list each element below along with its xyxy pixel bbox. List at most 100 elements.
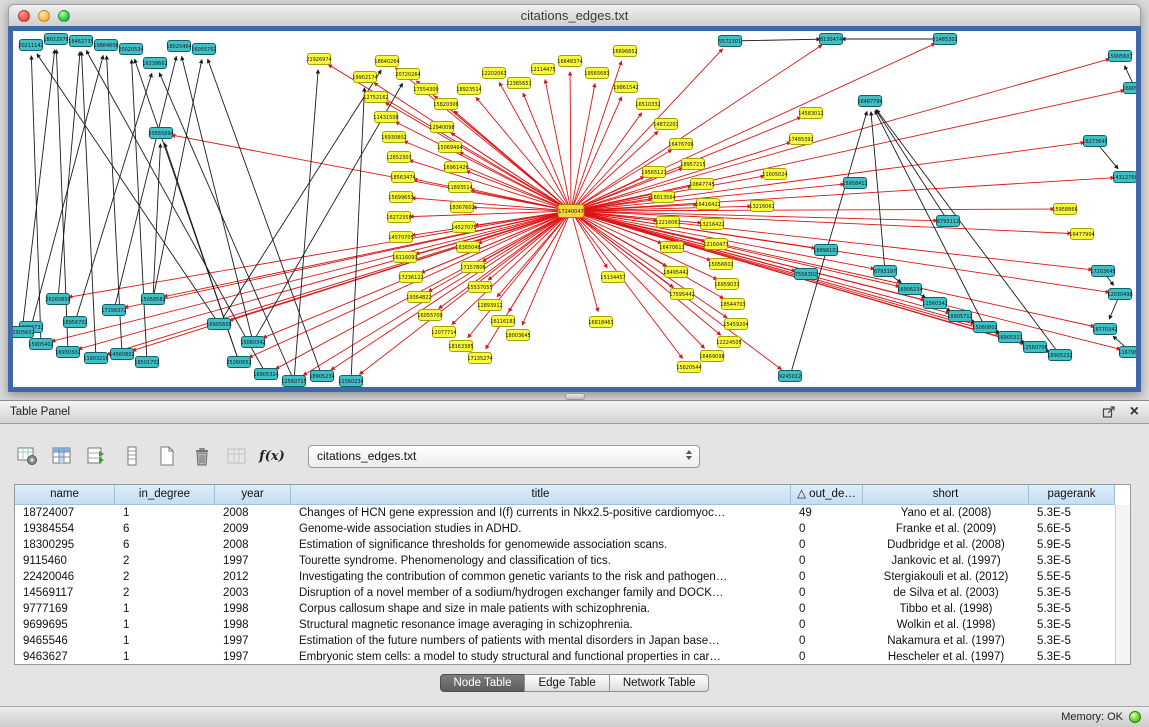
graph-node[interactable]: 12752162 [363, 92, 388, 103]
graph-node[interactable]: 17240047 [558, 205, 584, 218]
graph-node[interactable]: 16696852 [612, 46, 637, 57]
table-selector-dropdown[interactable]: citations_edges.txt [308, 445, 700, 468]
graph-node[interactable]: 18025464 [166, 41, 191, 52]
table-vertical-scrollbar[interactable] [1115, 505, 1130, 664]
delete-column-icon[interactable] [189, 443, 215, 469]
graph-node[interactable]: 12030498 [1107, 289, 1132, 300]
graph-node[interactable]: 18923514 [456, 84, 481, 95]
graph-node[interactable]: 17595442 [669, 289, 694, 300]
graph-node[interactable]: 21485302 [932, 34, 957, 45]
column-visibility-icon[interactable] [49, 443, 75, 469]
graph-node[interactable]: 15958412 [842, 178, 867, 189]
graph-node[interactable]: 16487794 [857, 96, 882, 107]
graph-node[interactable]: 19861542 [613, 82, 638, 93]
graph-node[interactable]: 18905232 [1047, 350, 1072, 361]
table-mode-icon[interactable] [84, 443, 110, 469]
graph-node[interactable]: 19884608 [93, 40, 118, 51]
graph-node[interactable]: 16510332 [635, 99, 660, 110]
graph-node[interactable]: 18905712 [947, 311, 972, 322]
graph-node[interactable]: 15820306 [433, 99, 458, 110]
column-header-in-degree[interactable]: in_degree [115, 485, 215, 505]
graph-node[interactable]: 10647745 [689, 179, 714, 190]
graph-node[interactable]: 16930302 [55, 347, 80, 358]
graph-node[interactable]: 16116183 [490, 316, 515, 327]
graph-node[interactable]: 17157806 [460, 262, 485, 273]
graph-node[interactable]: 16770342 [1092, 324, 1117, 335]
graph-node[interactable]: 15820544 [676, 362, 701, 373]
graph-node[interactable]: 16905314 [253, 369, 278, 380]
table-row[interactable]: 946554611997Estimation of the future num… [15, 633, 1130, 649]
graph-node[interactable]: 15459204 [723, 319, 748, 330]
graph-node[interactable]: 6793197 [874, 266, 897, 277]
graph-node[interactable]: 16469098 [699, 351, 724, 362]
graph-node[interactable]: 14560802 [109, 349, 134, 360]
graph-node[interactable]: 5572301 [719, 36, 742, 47]
panel-splitter-handle[interactable] [565, 393, 585, 400]
column-header-pagerank[interactable]: pagerank [1029, 485, 1115, 505]
function-builder-icon[interactable]: f(x) [259, 443, 285, 469]
network-canvas[interactable]: 1724004712114475166483741956568322365651… [13, 31, 1136, 387]
graph-node[interactable]: 15058582 [140, 294, 165, 305]
graph-node[interactable]: 16462735 [68, 36, 93, 47]
table-row[interactable]: 911546021997Tourette syndrome. Phenomeno… [15, 553, 1130, 569]
graph-node[interactable]: 20565894 [148, 128, 173, 139]
graph-node[interactable]: 18163385 [448, 341, 473, 352]
table-row[interactable]: 977716911998Corpus callosum shape and si… [15, 601, 1130, 617]
graph-node[interactable]: 17554300 [413, 84, 438, 95]
zoom-window-button[interactable] [58, 10, 70, 22]
graph-node[interactable]: 16961426 [443, 162, 468, 173]
graph-node[interactable]: 16906234 [897, 284, 922, 295]
graph-node[interactable]: 16477904 [1069, 229, 1094, 240]
graph-node[interactable]: 14872201 [653, 119, 678, 130]
close-panel-icon[interactable]: × [1130, 405, 1139, 419]
graph-node[interactable]: 18563474 [390, 172, 415, 183]
graph-node[interactable]: 22365651 [506, 78, 531, 89]
graph-node[interactable]: 15958866 [1052, 204, 1077, 215]
graph-node[interactable]: 21926974 [306, 54, 331, 65]
graph-node[interactable]: 14570705 [388, 232, 413, 243]
table-row[interactable]: 1830029562008Estimation of significance … [15, 537, 1130, 553]
column-header-out-degree[interactable]: △ out_de… [791, 485, 863, 505]
graph-node[interactable]: 15699653 [388, 192, 413, 203]
graph-node[interactable]: 16013564 [650, 192, 675, 203]
graph-node[interactable]: 7556302 [795, 269, 818, 280]
graph-node[interactable]: 16238662 [142, 58, 167, 69]
table-row[interactable]: 1938455462009Genome-wide association stu… [15, 521, 1130, 537]
graph-node[interactable]: 18367602 [449, 202, 474, 213]
graph-node[interactable]: 18022978 [43, 34, 68, 45]
table-row[interactable]: 1872400712008Changes of HCN gene express… [15, 505, 1130, 521]
graph-node[interactable]: 15069464 [437, 142, 462, 153]
create-column-icon[interactable] [154, 443, 180, 469]
graph-node[interactable]: 11560342 [922, 298, 947, 309]
graph-node[interactable]: 11431508 [373, 112, 398, 123]
graph-node[interactable]: 20720264 [395, 69, 420, 80]
graph-node[interactable]: 16501702 [134, 357, 159, 368]
graph-node[interactable]: 16959033 [714, 279, 739, 290]
row-tools-icon[interactable] [119, 443, 145, 469]
graph-node[interactable]: 17236122 [398, 272, 423, 283]
graph-node[interactable]: 16055702 [191, 44, 216, 55]
table-row[interactable]: 2242004622012Investigating the contribut… [15, 569, 1130, 585]
graph-node[interactable]: 17485392 [788, 134, 813, 145]
graph-node[interactable]: 6793112 [937, 216, 960, 227]
tab-node-table[interactable]: Node Table [440, 674, 526, 692]
graph-node[interactable]: 16416422 [695, 199, 720, 210]
graph-node[interactable]: 11893514 [447, 182, 472, 193]
graph-node[interactable]: 15056602 [708, 259, 733, 270]
graph-node[interactable]: 25260652 [226, 357, 251, 368]
graph-node[interactable]: 12216061 [655, 217, 680, 228]
graph-node[interactable]: 18640264 [374, 56, 399, 67]
graph-node[interactable]: 16905213 [1122, 83, 1136, 94]
tab-network-table[interactable]: Network Table [609, 674, 710, 692]
graph-node[interactable]: 18273645 [1082, 136, 1107, 147]
table-row[interactable]: 1456911722003Disruption of a novel membe… [15, 585, 1130, 601]
graph-node[interactable]: 17156372 [101, 305, 126, 316]
graph-node[interactable]: 17135274 [467, 353, 492, 364]
graph-node[interactable]: 15905607 [1107, 51, 1132, 62]
graph-node[interactable]: 11605024 [762, 169, 787, 180]
graph-node[interactable]: 9245012 [779, 371, 802, 382]
graph-node[interactable]: 18905234 [309, 371, 334, 382]
graph-node[interactable]: 18544703 [720, 299, 745, 310]
graph-node[interactable]: 11903216 [83, 353, 108, 364]
graph-node[interactable]: 26260856 [45, 294, 70, 305]
